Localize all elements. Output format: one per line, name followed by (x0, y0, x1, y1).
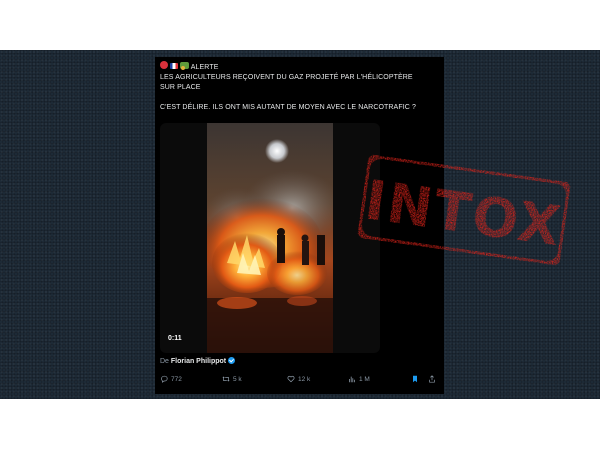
repost-count: 5 k (233, 375, 242, 383)
france-flag-icon (170, 63, 179, 69)
views-count: 1 M (359, 375, 370, 383)
tweet-header-line: ALERTE (160, 61, 440, 73)
alert-label: ALERTE (190, 64, 219, 71)
via-author-link[interactable]: Florian Philippot (171, 358, 226, 365)
bookmark-icon (413, 375, 417, 383)
tractor-icon (180, 62, 190, 70)
fire-scene-image (207, 139, 333, 353)
repost-button[interactable]: 5 k (222, 375, 242, 383)
tweet-line-1: LES AGRICULTEURS REÇOIVENT DU GAZ PROJET… (160, 74, 413, 81)
like-count: 12 k (298, 375, 311, 383)
video-player[interactable]: 0:11 (160, 123, 380, 353)
heart-icon (287, 375, 295, 383)
tweet-text: ALERTE LES AGRICULTEURS REÇOIVENT DU GAZ… (160, 61, 440, 113)
like-button[interactable]: 12 k (287, 375, 310, 383)
video-duration: 0:11 (168, 335, 182, 342)
via-attribution: De Florian Philippot (160, 357, 236, 365)
views-button[interactable]: 1 M (348, 375, 370, 383)
share-icon (429, 375, 435, 383)
repost-icon (222, 376, 230, 382)
via-prefix: De (160, 358, 169, 365)
red-circle-icon (160, 61, 168, 69)
bookmark-button[interactable] (411, 375, 419, 383)
verified-badge-icon (228, 357, 236, 364)
video-frame[interactable] (207, 123, 333, 353)
tweet-actions-bar: 772 5 k 12 k 1 M (160, 375, 438, 387)
tweet-line-3: C'EST DÉLIRE. ILS ONT MIS AUTANT DE MOYE… (160, 104, 416, 111)
reply-icon (161, 375, 168, 383)
tweet-line-2: SUR PLACE (160, 84, 201, 91)
reply-count: 772 (171, 375, 182, 383)
share-button[interactable] (428, 375, 436, 383)
views-chart-icon (349, 376, 355, 383)
reply-button[interactable]: 772 (160, 375, 182, 383)
